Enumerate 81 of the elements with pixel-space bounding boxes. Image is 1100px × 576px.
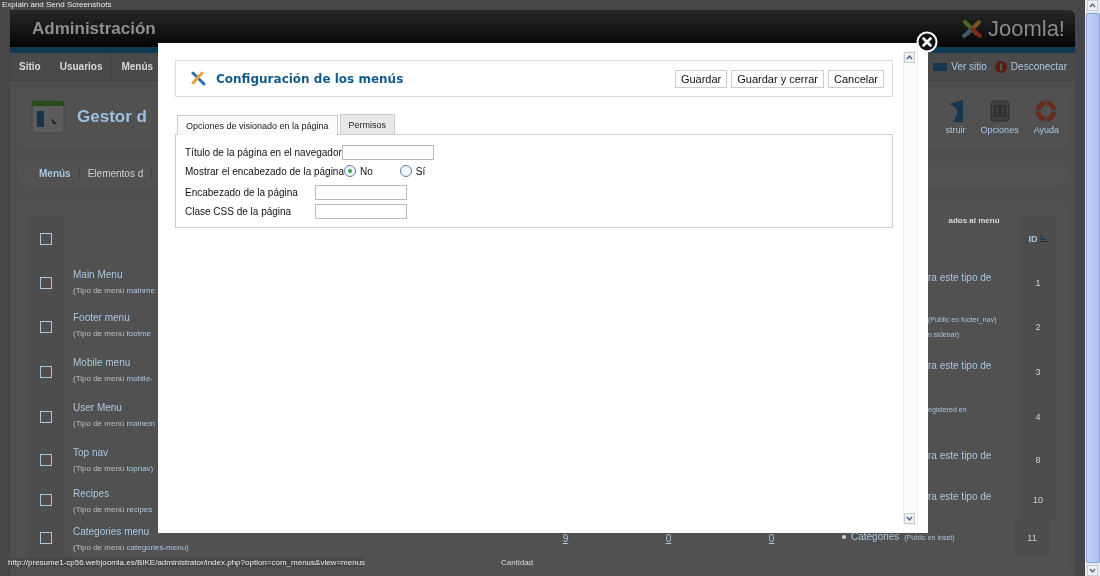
- menu-type-text: (Tipo de menú recipes: [73, 504, 154, 515]
- scroll-down-button[interactable]: [904, 513, 915, 524]
- menu-title-link[interactable]: Footer menu: [73, 312, 158, 323]
- menu-title-link[interactable]: Top nav: [73, 447, 158, 458]
- field-label: Encabezado de la página: [185, 187, 299, 198]
- menu-item[interactable]: Sitio: [10, 53, 51, 80]
- scroll-up-button[interactable]: [1087, 0, 1098, 11]
- header-link[interactable]: Ver sitio: [951, 61, 987, 72]
- module-link[interactable]: Categories: [851, 531, 900, 542]
- input-field[interactable]: [315, 204, 407, 219]
- id-cell: 3: [1035, 367, 1041, 377]
- checkbox[interactable]: [40, 493, 52, 506]
- menu-type-text: (Tipo de menú categories-menu): [73, 542, 190, 553]
- capture-tool-label: Explain and Send Screenshots: [1, 0, 113, 10]
- submenu-tab[interactable]: Menús: [31, 167, 80, 179]
- dialog-title: Configuración de los menús: [216, 71, 404, 86]
- tools-icon: [190, 70, 206, 87]
- module-text: ra este tipo de: [928, 360, 993, 371]
- scrollbar[interactable]: [1085, 0, 1100, 576]
- column-header[interactable]: ID: [1028, 233, 1038, 244]
- logo-text: Joomla!: [987, 15, 1065, 42]
- toggle-switch-icon: [989, 99, 1010, 122]
- header-link[interactable]: Desconectar: [1010, 61, 1067, 72]
- field-label: Mostrar el encabezado de la página: [185, 165, 344, 177]
- module-text: ra este tipo de: [928, 272, 993, 283]
- input-field[interactable]: [341, 145, 434, 160]
- page-title: Gestor d: [77, 107, 147, 127]
- id-cell: 11: [1027, 533, 1037, 543]
- radio-button[interactable]: [399, 165, 412, 177]
- toolbar-button[interactable]: Opciones: [972, 89, 1026, 145]
- dialog-button[interactable]: Cancelar: [827, 69, 884, 88]
- checkbox[interactable]: [40, 411, 52, 423]
- monitor-icon: [933, 62, 948, 71]
- module-text: ra este tipo de: [928, 491, 993, 502]
- module-text: ra este tipo de: [928, 450, 993, 461]
- menu-title-link[interactable]: Recipes: [73, 488, 158, 499]
- checkbox[interactable]: [40, 277, 52, 289]
- scrollbar[interactable]: [903, 51, 918, 525]
- submenu-tab[interactable]: Elementos d: [79, 167, 153, 179]
- menu-title-link[interactable]: Main Menu: [73, 269, 158, 280]
- dialog-button[interactable]: Guardar: [674, 69, 728, 88]
- close-icon[interactable]: [916, 31, 938, 53]
- id-cell: 8: [1035, 455, 1041, 465]
- column-header[interactable]: ados al menú: [948, 216, 1000, 225]
- checkbox[interactable]: [40, 232, 52, 245]
- menu-type-text: (Tipo de menú mobile-: [73, 373, 154, 384]
- toolbar-button[interactable]: Ayuda: [1025, 89, 1066, 145]
- tab[interactable]: Permisos: [339, 114, 396, 134]
- radio-label: Sí: [415, 165, 426, 177]
- lifebuoy-icon: [1035, 99, 1058, 122]
- checkbox[interactable]: [40, 366, 52, 378]
- menu-title-link[interactable]: User Menu: [73, 402, 158, 413]
- input-field[interactable]: [315, 185, 407, 200]
- menu-type-text: (Tipo de menú mainme: [73, 285, 156, 296]
- field-label: Título de la página en el navegador: [185, 147, 342, 158]
- checkbox[interactable]: [40, 454, 52, 466]
- scroll-down-button[interactable]: [1087, 565, 1098, 576]
- menu-type-text: (Tipo de menú mainem: [73, 418, 156, 429]
- id-cell: 2: [1035, 322, 1041, 332]
- column-footer: Cantidad: [501, 558, 534, 567]
- field-label: Clase CSS de la página: [185, 206, 293, 217]
- toolbar-button[interactable]: struir: [938, 89, 973, 145]
- alert-icon: [994, 60, 1007, 73]
- dialog-button[interactable]: Guardar y cerrar: [731, 69, 824, 88]
- id-cell: 10: [1033, 494, 1043, 505]
- status-url: http://presume1-cp56.webjoomla.es/BIKE/administrator/index.php?option=com_menus&view=menus: [8, 558, 366, 567]
- checkbox[interactable]: [40, 532, 52, 544]
- radio-label: No: [360, 165, 373, 177]
- scroll-up-button[interactable]: [904, 52, 915, 63]
- menu-type-text: (Tipo de menú footme: [73, 328, 152, 339]
- tab[interactable]: Opciones de visionado en la página: [177, 115, 338, 135]
- id-cell: 1: [1035, 278, 1041, 288]
- radio-button[interactable]: [344, 165, 356, 177]
- menu-type-text: (Tipo de menú topnav): [73, 463, 155, 474]
- site-title: Administración: [32, 18, 156, 39]
- menu-item[interactable]: Usuarios: [50, 53, 113, 80]
- checkbox[interactable]: [40, 321, 52, 333]
- id-cell: 4: [1035, 412, 1041, 422]
- bullet-icon: [842, 534, 846, 539]
- menu-title-link[interactable]: Mobile menu: [73, 357, 158, 368]
- menu-manager-icon: [31, 100, 65, 134]
